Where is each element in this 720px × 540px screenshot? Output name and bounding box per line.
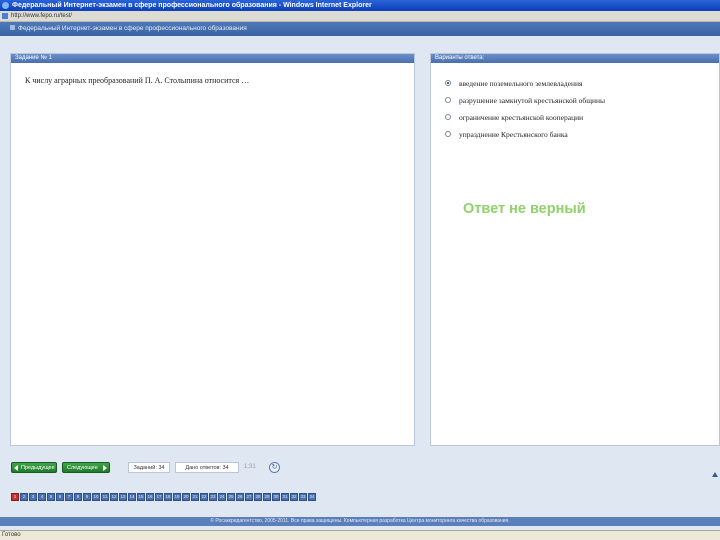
total-questions: Заданий: 34 [128, 462, 170, 473]
radio-button[interactable] [445, 97, 451, 103]
window-titlebar: Федеральный Интернет-экзамен в сфере про… [0, 0, 720, 11]
question-nav-box[interactable]: 19 [173, 493, 181, 501]
question-nav-box[interactable]: 12 [110, 493, 118, 501]
question-nav-box[interactable]: 23 [209, 493, 217, 501]
header-icon [10, 25, 15, 30]
question-text: К числу аграрных преобразований П. А. Ст… [25, 76, 250, 85]
arrow-right-icon [103, 465, 107, 471]
question-nav-box[interactable]: 1 [11, 493, 19, 501]
answer-option-label: упразднение Крестьянского банка [459, 129, 568, 139]
status-bar: Готово [0, 530, 720, 540]
radio-button[interactable] [445, 131, 451, 137]
answers-panel: Варианты ответа: введение поземельного з… [430, 53, 720, 446]
question-nav-box[interactable]: 10 [92, 493, 100, 501]
question-nav-box[interactable]: 11 [101, 493, 109, 501]
prev-button[interactable]: Предыдущее [11, 462, 57, 473]
question-nav-box[interactable]: 17 [155, 493, 163, 501]
timer: 1:31 [244, 464, 256, 470]
question-panel: Задание № 1 К числу аграрных преобразова… [10, 53, 415, 446]
question-nav-box[interactable]: 8 [74, 493, 82, 501]
question-nav-box[interactable]: 15 [137, 493, 145, 501]
question-nav-box[interactable]: 14 [128, 493, 136, 501]
question-nav-box[interactable]: 4 [38, 493, 46, 501]
address-bar[interactable]: http://www.fepo.ru/test/ [0, 11, 720, 22]
window-title: Федеральный Интернет-экзамен в сфере про… [12, 2, 372, 9]
answer-option-3[interactable]: ограничение крестьянской кооперации [445, 112, 583, 122]
next-button[interactable]: Следующее [62, 462, 110, 473]
arrow-left-icon [14, 465, 18, 471]
radio-button[interactable] [445, 80, 451, 86]
ie-icon [2, 2, 9, 9]
question-nav-box[interactable]: 3 [29, 493, 37, 501]
prev-button-label: Предыдущее [21, 465, 55, 471]
question-nav-box[interactable]: 34 [308, 493, 316, 501]
question-navigator: 1 2 3 4 5 6 7 8 9 10 11 12 13 14 15 16 17 18 19 20 21 22 23 24 2… [11, 493, 316, 501]
answer-option-label: ограничение крестьянской кооперации [459, 112, 584, 122]
answer-option-label: разрушение замкнутой крестьянской общины [459, 95, 606, 105]
scroll-up-icon[interactable] [712, 472, 718, 477]
question-nav-box[interactable]: 20 [182, 493, 190, 501]
app-header: Федеральный Интернет-экзамен в сфере про… [0, 22, 720, 36]
question-nav-box[interactable]: 27 [245, 493, 253, 501]
question-nav-box[interactable]: 30 [272, 493, 280, 501]
refresh-icon[interactable]: ↻ [269, 462, 280, 473]
radio-button[interactable] [445, 114, 451, 120]
question-nav-box[interactable]: 33 [299, 493, 307, 501]
footer: © Росаккредагентство, 2005-2011. Все пра… [0, 517, 720, 526]
app-header-title: Федеральный Интернет-экзамен в сфере про… [18, 25, 247, 32]
answers-panel-title: Варианты ответа: [431, 54, 719, 63]
question-nav-box[interactable]: 29 [263, 493, 271, 501]
page-icon [2, 13, 8, 19]
question-nav-box[interactable]: 26 [236, 493, 244, 501]
question-nav-box[interactable]: 2 [20, 493, 28, 501]
answer-option-label: введение поземельного землевладения [459, 78, 583, 88]
question-nav-box[interactable]: 13 [119, 493, 127, 501]
question-nav-box[interactable]: 32 [290, 493, 298, 501]
question-nav-box[interactable]: 28 [254, 493, 262, 501]
question-nav-box[interactable]: 24 [218, 493, 226, 501]
question-nav-box[interactable]: 6 [56, 493, 64, 501]
question-nav-box[interactable]: 25 [227, 493, 235, 501]
answer-option-4[interactable]: упразднение Крестьянского банка [445, 129, 568, 139]
question-panel-title: Задание № 1 [11, 54, 414, 63]
next-button-label: Следующее [67, 465, 98, 471]
question-nav-box[interactable]: 21 [191, 493, 199, 501]
result-message: Ответ не верный [463, 201, 586, 217]
question-nav-box[interactable]: 22 [200, 493, 208, 501]
question-nav-box[interactable]: 7 [65, 493, 73, 501]
question-nav-box[interactable]: 31 [281, 493, 289, 501]
question-nav-box[interactable]: 18 [164, 493, 172, 501]
answered-count: Дано ответов: 34 [175, 462, 239, 473]
status-text: Готово [2, 532, 21, 538]
question-nav-box[interactable]: 9 [83, 493, 91, 501]
address-url[interactable]: http://www.fepo.ru/test/ [11, 11, 72, 22]
answer-option-2[interactable]: разрушение замкнутой крестьянской общины [445, 95, 605, 105]
question-nav-box[interactable]: 16 [146, 493, 154, 501]
page-content: Федеральный Интернет-экзамен в сфере про… [0, 22, 720, 530]
question-nav-box[interactable]: 5 [47, 493, 55, 501]
answer-option-1[interactable]: введение поземельного землевладения [445, 78, 582, 88]
